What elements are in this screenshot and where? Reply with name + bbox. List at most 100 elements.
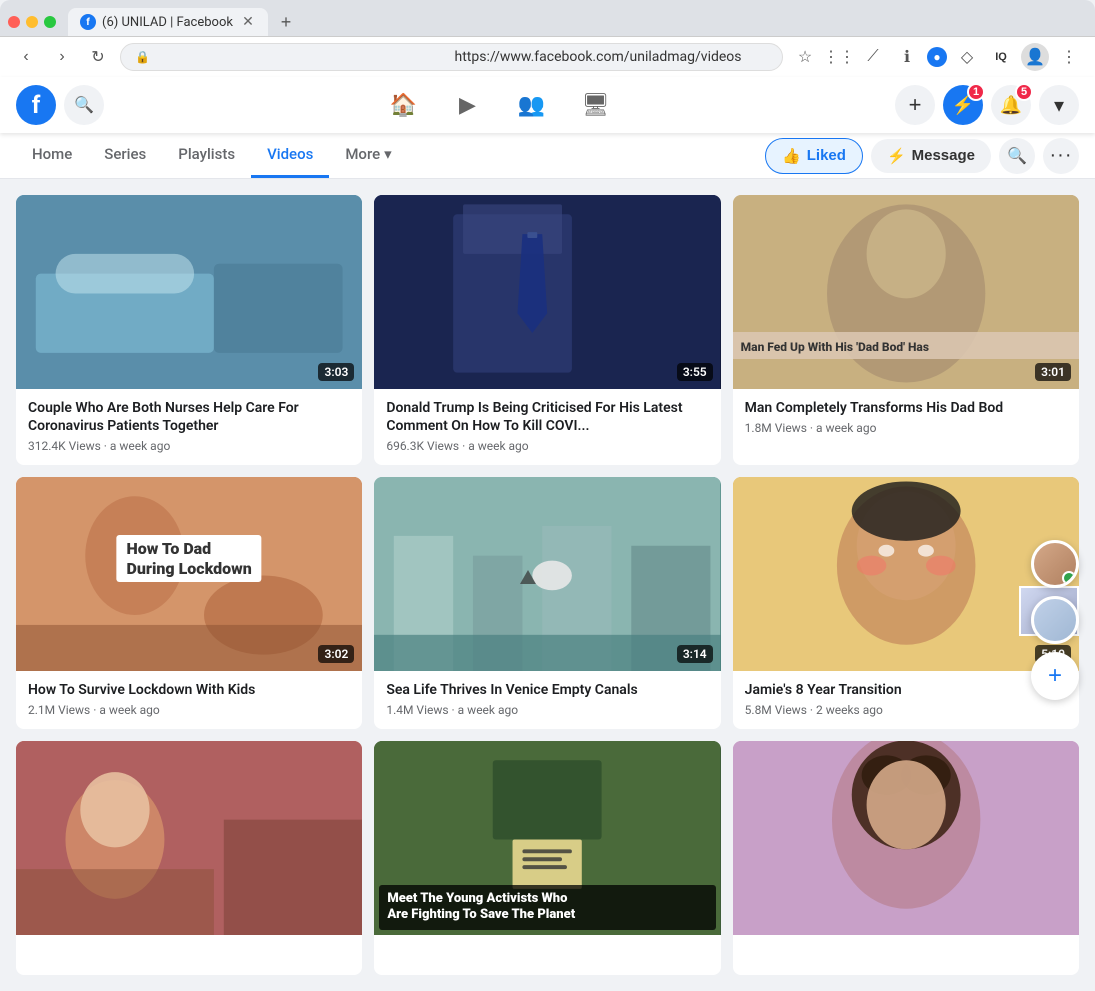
- url-bar[interactable]: 🔒 https://www.facebook.com/uniladmag/vid…: [120, 43, 783, 71]
- back-button[interactable]: ‹: [12, 43, 40, 71]
- tab-bar: f (6) UNILAD | Facebook ✕ +: [0, 0, 1095, 36]
- extension-icon-3[interactable]: ℹ: [893, 43, 921, 71]
- nav-item-more[interactable]: More ▾: [329, 133, 407, 178]
- age-5: a week ago: [458, 703, 518, 717]
- video-info-4: How To Survive Lockdown With Kids 2.1M V…: [16, 671, 362, 729]
- nav-center: 🏠 ▶ 👥 🖥: [112, 85, 887, 125]
- more-options-button[interactable]: ···: [1043, 138, 1079, 174]
- chat-avatar-2[interactable]: [1031, 596, 1079, 644]
- nav-item-playlists[interactable]: Playlists: [162, 133, 251, 178]
- new-tab-button[interactable]: +: [272, 8, 300, 36]
- iq-icon[interactable]: IQ: [987, 43, 1015, 71]
- video-thumbnail-3: Man Fed Up With His 'Dad Bod' Has 3:01: [733, 195, 1079, 389]
- nav-item-videos[interactable]: Videos: [251, 133, 329, 178]
- video-title-6: Jamie's 8 Year Transition: [745, 681, 1067, 699]
- video-meta-4: 2.1M Views · a week ago: [28, 703, 350, 717]
- age-2: a week ago: [468, 439, 528, 453]
- account-dropdown-button[interactable]: ▾: [1039, 85, 1079, 125]
- video-duration-1: 3:03: [318, 363, 354, 381]
- traffic-lights: [8, 16, 56, 28]
- video-card-6[interactable]: 5:10 Jamie's 8 Year Transition 5.8M View…: [733, 477, 1079, 729]
- online-badge-1: [1062, 571, 1076, 585]
- video-thumbnail-5: 3:14: [374, 477, 720, 671]
- watch-nav-icon[interactable]: ▶: [438, 85, 498, 125]
- video-thumbnail-8: Meet The Young Activists WhoAre Fighting…: [374, 741, 720, 935]
- views-5: 1.4M Views: [386, 703, 448, 717]
- extension-icon-2[interactable]: ⟋: [859, 43, 887, 71]
- extension-icon-4[interactable]: ●: [927, 47, 947, 67]
- active-tab[interactable]: f (6) UNILAD | Facebook ✕: [68, 8, 268, 36]
- messenger-icon-small: ⚡: [887, 147, 906, 165]
- nav-item-series[interactable]: Series: [88, 133, 162, 178]
- extension-icon-1[interactable]: ⋮⋮: [825, 43, 853, 71]
- browser-menu-icon[interactable]: ⋮: [1055, 43, 1083, 71]
- search-button[interactable]: 🔍: [64, 85, 104, 125]
- liked-button[interactable]: 👍 Liked: [765, 138, 863, 174]
- messenger-badge: 1: [967, 83, 985, 101]
- message-button[interactable]: ⚡ Message: [871, 139, 991, 173]
- add-button[interactable]: +: [895, 85, 935, 125]
- video-info-1: Couple Who Are Both Nurses Help Care For…: [16, 389, 362, 465]
- more-chevron-icon: ▾: [384, 145, 392, 163]
- extension-icon-5[interactable]: ◇: [953, 43, 981, 71]
- video-thumbnail-2: 3:55: [374, 195, 720, 389]
- video-duration-5: 3:14: [677, 645, 713, 663]
- video-card-5[interactable]: 3:14 Sea Life Thrives In Venice Empty Ca…: [374, 477, 720, 729]
- video-meta-1: 312.4K Views · a week ago: [28, 439, 350, 453]
- bookmark-icon[interactable]: ☆: [791, 43, 819, 71]
- page-navigation: Home Series Playlists Videos More ▾ 👍 Li…: [0, 133, 1095, 179]
- forward-button[interactable]: ›: [48, 43, 76, 71]
- video-thumbnail-1: 3:03: [16, 195, 362, 389]
- videos-grid: 3:03 Couple Who Are Both Nurses Help Car…: [16, 195, 1079, 975]
- facebook-favicon: f: [80, 14, 96, 30]
- videos-section: 3:03 Couple Who Are Both Nurses Help Car…: [0, 179, 1095, 991]
- facebook-logo[interactable]: f: [16, 85, 56, 125]
- age-6: 2 weeks ago: [816, 703, 883, 717]
- minimize-traffic-light[interactable]: [26, 16, 38, 28]
- home-nav-icon[interactable]: 🏠: [374, 85, 434, 125]
- video-card-7[interactable]: [16, 741, 362, 975]
- friends-nav-icon[interactable]: 👥: [502, 85, 562, 125]
- video-thumbnail-9: [733, 741, 1079, 935]
- video-card-4[interactable]: How To Dad During Lockdown 3:02 How To S…: [16, 477, 362, 729]
- video-duration-4: 3:02: [318, 645, 354, 663]
- messenger-button[interactable]: ⚡ 1: [943, 85, 983, 125]
- views-4: 2.1M Views: [28, 703, 90, 717]
- close-traffic-light[interactable]: [8, 16, 20, 28]
- video-card-1[interactable]: 3:03 Couple Who Are Both Nurses Help Car…: [16, 195, 362, 465]
- header-right: + ⚡ 1 🔔 5 ▾: [895, 85, 1079, 125]
- profile-icon[interactable]: 👤: [1021, 43, 1049, 71]
- chat-avatar-1[interactable]: [1031, 540, 1079, 588]
- video-duration-3: 3:01: [1035, 363, 1071, 381]
- video-card-8[interactable]: Meet The Young Activists WhoAre Fighting…: [374, 741, 720, 975]
- views-2: 696.3K Views: [386, 439, 459, 453]
- video-card-3[interactable]: Man Fed Up With His 'Dad Bod' Has 3:01 M…: [733, 195, 1079, 465]
- video-title-5: Sea Life Thrives In Venice Empty Canals: [386, 681, 708, 699]
- video-thumbnail-7: [16, 741, 362, 935]
- video-card-2[interactable]: 3:55 Donald Trump Is Being Criticised Fo…: [374, 195, 720, 465]
- video-info-2: Donald Trump Is Being Criticised For His…: [374, 389, 720, 465]
- age-3: a week ago: [816, 421, 876, 435]
- page-search-button[interactable]: 🔍: [999, 138, 1035, 174]
- video-title-1: Couple Who Are Both Nurses Help Care For…: [28, 399, 350, 435]
- browser-chrome: f (6) UNILAD | Facebook ✕ + ‹ › ↻ 🔒 http…: [0, 0, 1095, 77]
- message-label: Message: [912, 147, 975, 164]
- facebook-app: f 🔍 🏠 ▶ 👥 🖥 + ⚡ 1 🔔 5 ▾ Home Series Play…: [0, 77, 1095, 991]
- video-info-6: Jamie's 8 Year Transition 5.8M Views · 2…: [733, 671, 1079, 729]
- gaming-nav-icon[interactable]: 🖥: [566, 85, 626, 125]
- video-title-4: How To Survive Lockdown With Kids: [28, 681, 350, 699]
- page-nav-right: 👍 Liked ⚡ Message 🔍 ···: [765, 138, 1079, 174]
- age-1: a week ago: [110, 439, 170, 453]
- url-text: https://www.facebook.com/uniladmag/video…: [455, 49, 769, 65]
- create-room-button[interactable]: +: [1031, 652, 1079, 700]
- reload-button[interactable]: ↻: [84, 43, 112, 71]
- video-info-3: Man Completely Transforms His Dad Bod 1.…: [733, 389, 1079, 447]
- maximize-traffic-light[interactable]: [44, 16, 56, 28]
- video-meta-3: 1.8M Views · a week ago: [745, 421, 1067, 435]
- tab-close-button[interactable]: ✕: [240, 14, 256, 30]
- address-bar: ‹ › ↻ 🔒 https://www.facebook.com/uniladm…: [0, 36, 1095, 77]
- notifications-button[interactable]: 🔔 5: [991, 85, 1031, 125]
- video-card-9[interactable]: [733, 741, 1079, 975]
- liked-label: Liked: [807, 147, 846, 164]
- nav-item-home[interactable]: Home: [16, 133, 88, 178]
